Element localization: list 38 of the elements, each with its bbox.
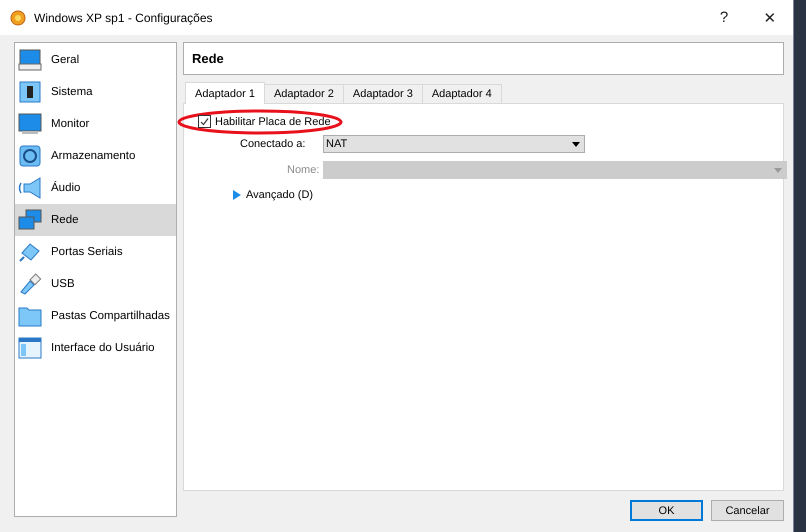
sidebar-item[interactable]: Portas Seriais (15, 236, 176, 268)
advanced-toggle[interactable]: Avançado (D) (233, 189, 314, 201)
category-icon (18, 273, 42, 295)
sidebar-item[interactable]: Áudio (15, 172, 176, 204)
sidebar-item[interactable]: Pastas Compartilhadas (15, 300, 176, 332)
expand-arrow-icon (233, 190, 241, 200)
category-icon (18, 337, 42, 359)
sidebar-item[interactable]: Monitor (15, 108, 176, 140)
field-label: Conectado a: (240, 138, 306, 150)
checkbox-label: Habilitar Placa de Rede (215, 116, 331, 128)
category-icon (18, 241, 42, 263)
adapter-tab[interactable]: Adaptador 1 (185, 82, 265, 104)
close-button[interactable]: ✕ (747, 0, 793, 35)
sidebar-item[interactable]: USB (15, 268, 176, 300)
sidebar-item[interactable]: Armazenamento (15, 140, 176, 172)
attached-dropdown[interactable]: NAT (323, 135, 585, 153)
category-icon (18, 81, 42, 103)
help-button[interactable]: ? (701, 0, 747, 35)
category-icon (18, 113, 42, 135)
checkbox[interactable] (198, 115, 211, 128)
category-icon (18, 177, 42, 199)
category-icon (18, 305, 42, 327)
sidebar-item[interactable]: Interface do Usuário (15, 332, 176, 364)
category-icon (18, 209, 42, 231)
caret-icon (774, 168, 782, 172)
field-label: Nome: (287, 164, 320, 176)
sidebar-item[interactable]: Geral (15, 44, 176, 76)
sidebar-item[interactable]: Rede (15, 204, 176, 236)
category-icon (18, 145, 42, 167)
dialog-button[interactable]: OK (630, 500, 703, 521)
caret-icon (572, 142, 580, 146)
category-icon (18, 49, 42, 71)
window-title: Windows XP sp1 - Configurações (34, 10, 214, 24)
dialog-button[interactable]: Cancelar (711, 500, 784, 521)
page-title: Rede (192, 51, 224, 66)
sidebar-item[interactable]: Sistema (15, 76, 176, 108)
adapter-tab[interactable]: Adaptador 4 (422, 84, 502, 103)
app-icon (10, 10, 26, 26)
